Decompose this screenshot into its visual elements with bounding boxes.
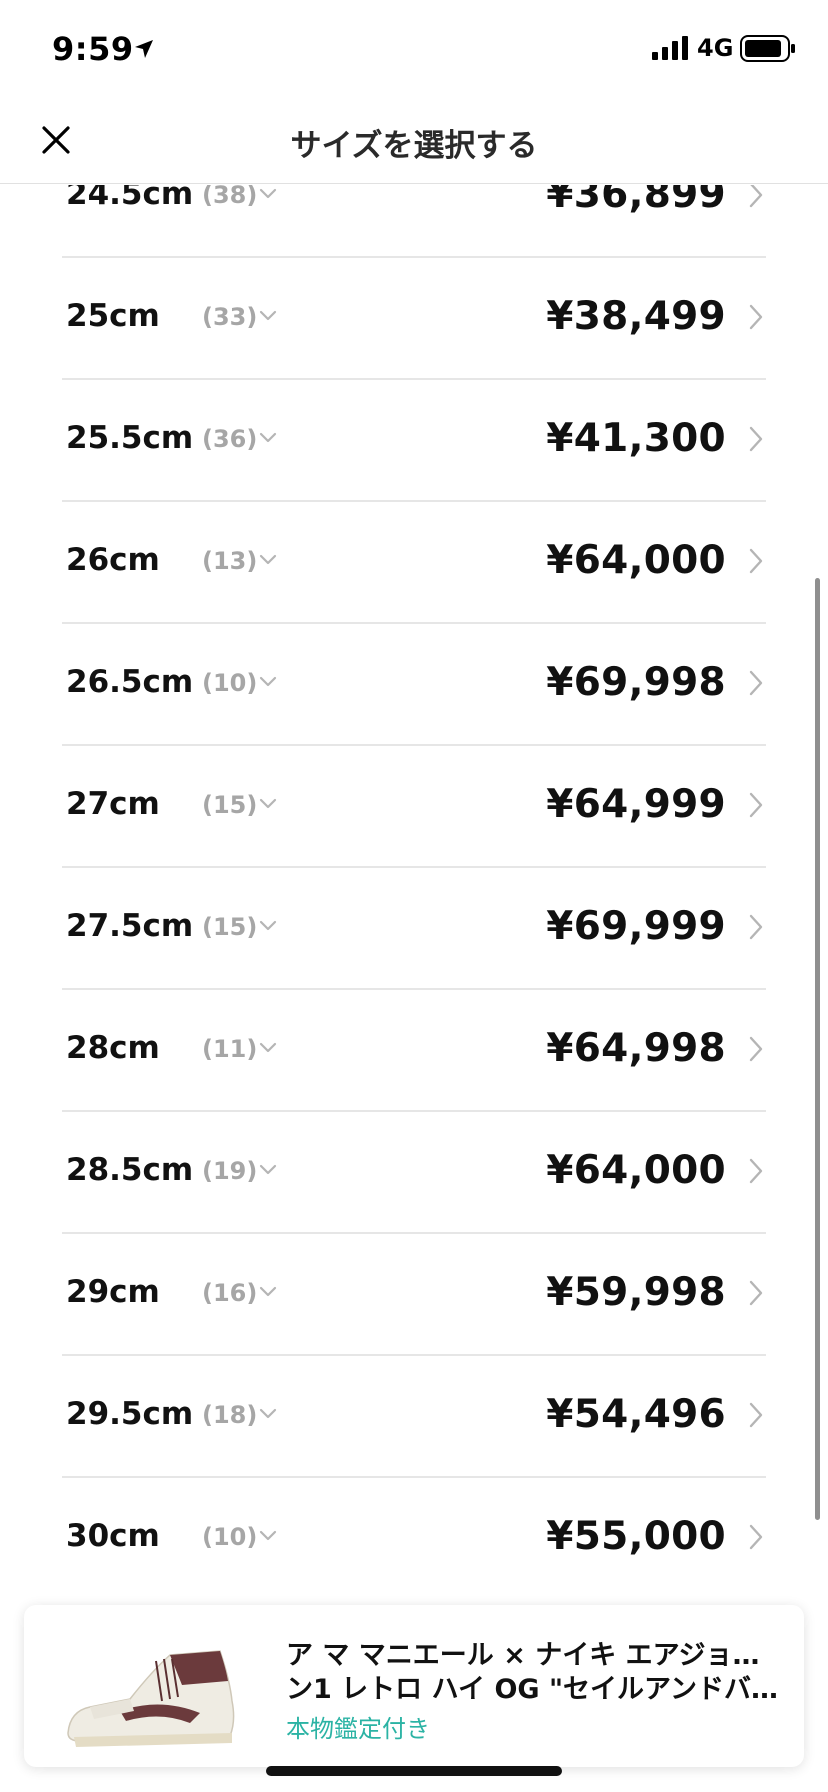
listing-count: (33) — [202, 303, 258, 331]
chevron-right-icon — [749, 792, 763, 818]
chevron-right-icon — [749, 426, 763, 452]
chevron-down-icon[interactable] — [258, 1403, 278, 1423]
listing-count: (10) — [202, 1523, 258, 1551]
size-row[interactable]: 27.5cm (15) ¥69,999 — [62, 868, 766, 990]
product-name-line-1: ア マ マニエール × ナイキ エアジョーダ — [286, 1640, 786, 1671]
price-label: ¥59,998 — [546, 1270, 726, 1315]
price-label: ¥69,999 — [546, 904, 726, 949]
product-name: ア マ マニエール × ナイキ エアジョーダ ン1 レトロ ハイ OG "セイル… — [286, 1639, 786, 1709]
price-label: ¥36,899 — [546, 185, 726, 217]
listing-count: (15) — [202, 791, 258, 819]
chevron-down-icon[interactable] — [258, 793, 278, 813]
status-time: 9:59 — [52, 30, 134, 68]
price-label: ¥64,998 — [546, 1026, 726, 1071]
size-label: 25cm — [66, 298, 160, 334]
navigation-bar: サイズを選択する — [0, 100, 828, 184]
size-label: 27.5cm — [66, 908, 194, 944]
price-label: ¥69,998 — [546, 660, 726, 705]
size-label: 29.5cm — [66, 1396, 194, 1432]
chevron-right-icon — [749, 1280, 763, 1306]
listing-count: (15) — [202, 913, 258, 941]
listing-count: (16) — [202, 1279, 258, 1307]
chevron-down-icon[interactable] — [258, 427, 278, 447]
size-label: 28.5cm — [66, 1152, 194, 1188]
chevron-right-icon — [749, 670, 763, 696]
location-arrow-icon — [135, 40, 153, 58]
price-label: ¥38,499 — [546, 294, 726, 339]
size-row[interactable]: 25cm (33) ¥38,499 — [62, 258, 766, 380]
chevron-right-icon — [749, 185, 763, 208]
chevron-right-icon — [749, 304, 763, 330]
chevron-right-icon — [749, 548, 763, 574]
listing-count: (11) — [202, 1035, 258, 1063]
size-row[interactable]: 26cm (13) ¥64,000 — [62, 502, 766, 624]
chevron-right-icon — [749, 914, 763, 940]
chevron-down-icon[interactable] — [258, 1281, 278, 1301]
size-row[interactable]: 26.5cm (10) ¥69,998 — [62, 624, 766, 746]
size-label: 29cm — [66, 1274, 160, 1310]
chevron-down-icon[interactable] — [258, 1525, 278, 1545]
size-label: 25.5cm — [66, 420, 194, 456]
price-label: ¥64,000 — [546, 1148, 726, 1193]
product-sneaker-image — [67, 1650, 235, 1747]
size-label: 24.5cm — [66, 185, 194, 212]
size-row[interactable]: 24.5cm (38) ¥36,899 — [62, 185, 766, 258]
listing-count: (38) — [202, 185, 258, 209]
size-label: 30cm — [66, 1518, 160, 1554]
size-label: 26.5cm — [66, 664, 194, 700]
listing-count: (36) — [202, 425, 258, 453]
chevron-down-icon[interactable] — [258, 305, 278, 325]
listing-count: (18) — [202, 1401, 258, 1429]
size-row[interactable]: 28cm (11) ¥64,998 — [62, 990, 766, 1112]
page-title: サイズを選択する — [290, 128, 538, 164]
size-label: 28cm — [66, 1030, 160, 1066]
size-row[interactable]: 29.5cm (18) ¥54,496 — [62, 1356, 766, 1478]
size-row[interactable]: 30cm (10) ¥55,000 — [62, 1478, 766, 1597]
price-label: ¥55,000 — [546, 1514, 726, 1559]
size-row[interactable]: 27cm (15) ¥64,999 — [62, 746, 766, 868]
chevron-down-icon[interactable] — [258, 1159, 278, 1179]
battery-icon — [740, 35, 795, 62]
chevron-down-icon[interactable] — [258, 185, 278, 203]
chevron-right-icon — [749, 1158, 763, 1184]
chevron-down-icon[interactable] — [258, 549, 278, 569]
size-row[interactable]: 29cm (16) ¥59,998 — [62, 1234, 766, 1356]
cellular-signal-icon — [652, 36, 688, 60]
size-label: 27cm — [66, 786, 160, 822]
chevron-right-icon — [749, 1036, 763, 1062]
chevron-right-icon — [749, 1402, 763, 1428]
size-label: 26cm — [66, 542, 160, 578]
chevron-down-icon[interactable] — [258, 671, 278, 691]
price-label: ¥64,999 — [546, 782, 726, 827]
size-row[interactable]: 25.5cm (36) ¥41,300 — [62, 380, 766, 502]
price-label: ¥41,300 — [546, 416, 726, 461]
listing-count: (19) — [202, 1157, 258, 1185]
listing-count: (10) — [202, 669, 258, 697]
product-name-line-2: ン1 レトロ ハイ OG "セイルアンドバーガンディ" — [286, 1674, 786, 1705]
home-indicator[interactable] — [266, 1766, 562, 1776]
size-row[interactable]: 28.5cm (19) ¥64,000 — [62, 1112, 766, 1234]
chevron-down-icon[interactable] — [258, 1037, 278, 1057]
scrollbar[interactable] — [815, 578, 820, 1520]
chevron-right-icon — [749, 1524, 763, 1550]
product-card[interactable]: ア マ マニエール × ナイキ エアジョーダ ン1 レトロ ハイ OG "セイル… — [24, 1605, 804, 1767]
price-label: ¥64,000 — [546, 538, 726, 583]
listing-count: (13) — [202, 547, 258, 575]
network-type-label: 4G — [697, 34, 734, 62]
status-bar: 9:59 4G — [0, 0, 828, 100]
authenticity-label: 本物鑑定付き — [286, 1715, 430, 1743]
chevron-down-icon[interactable] — [258, 915, 278, 935]
size-list: 24.5cm (38) ¥36,899 25cm (33) ¥38,499 25.5cm (3… — [62, 185, 766, 1597]
size-list-scroll-area[interactable]: 24.5cm (38) ¥36,899 25cm (33) ¥38,499 25.5cm (3… — [0, 185, 828, 1597]
price-label: ¥54,496 — [546, 1392, 726, 1437]
